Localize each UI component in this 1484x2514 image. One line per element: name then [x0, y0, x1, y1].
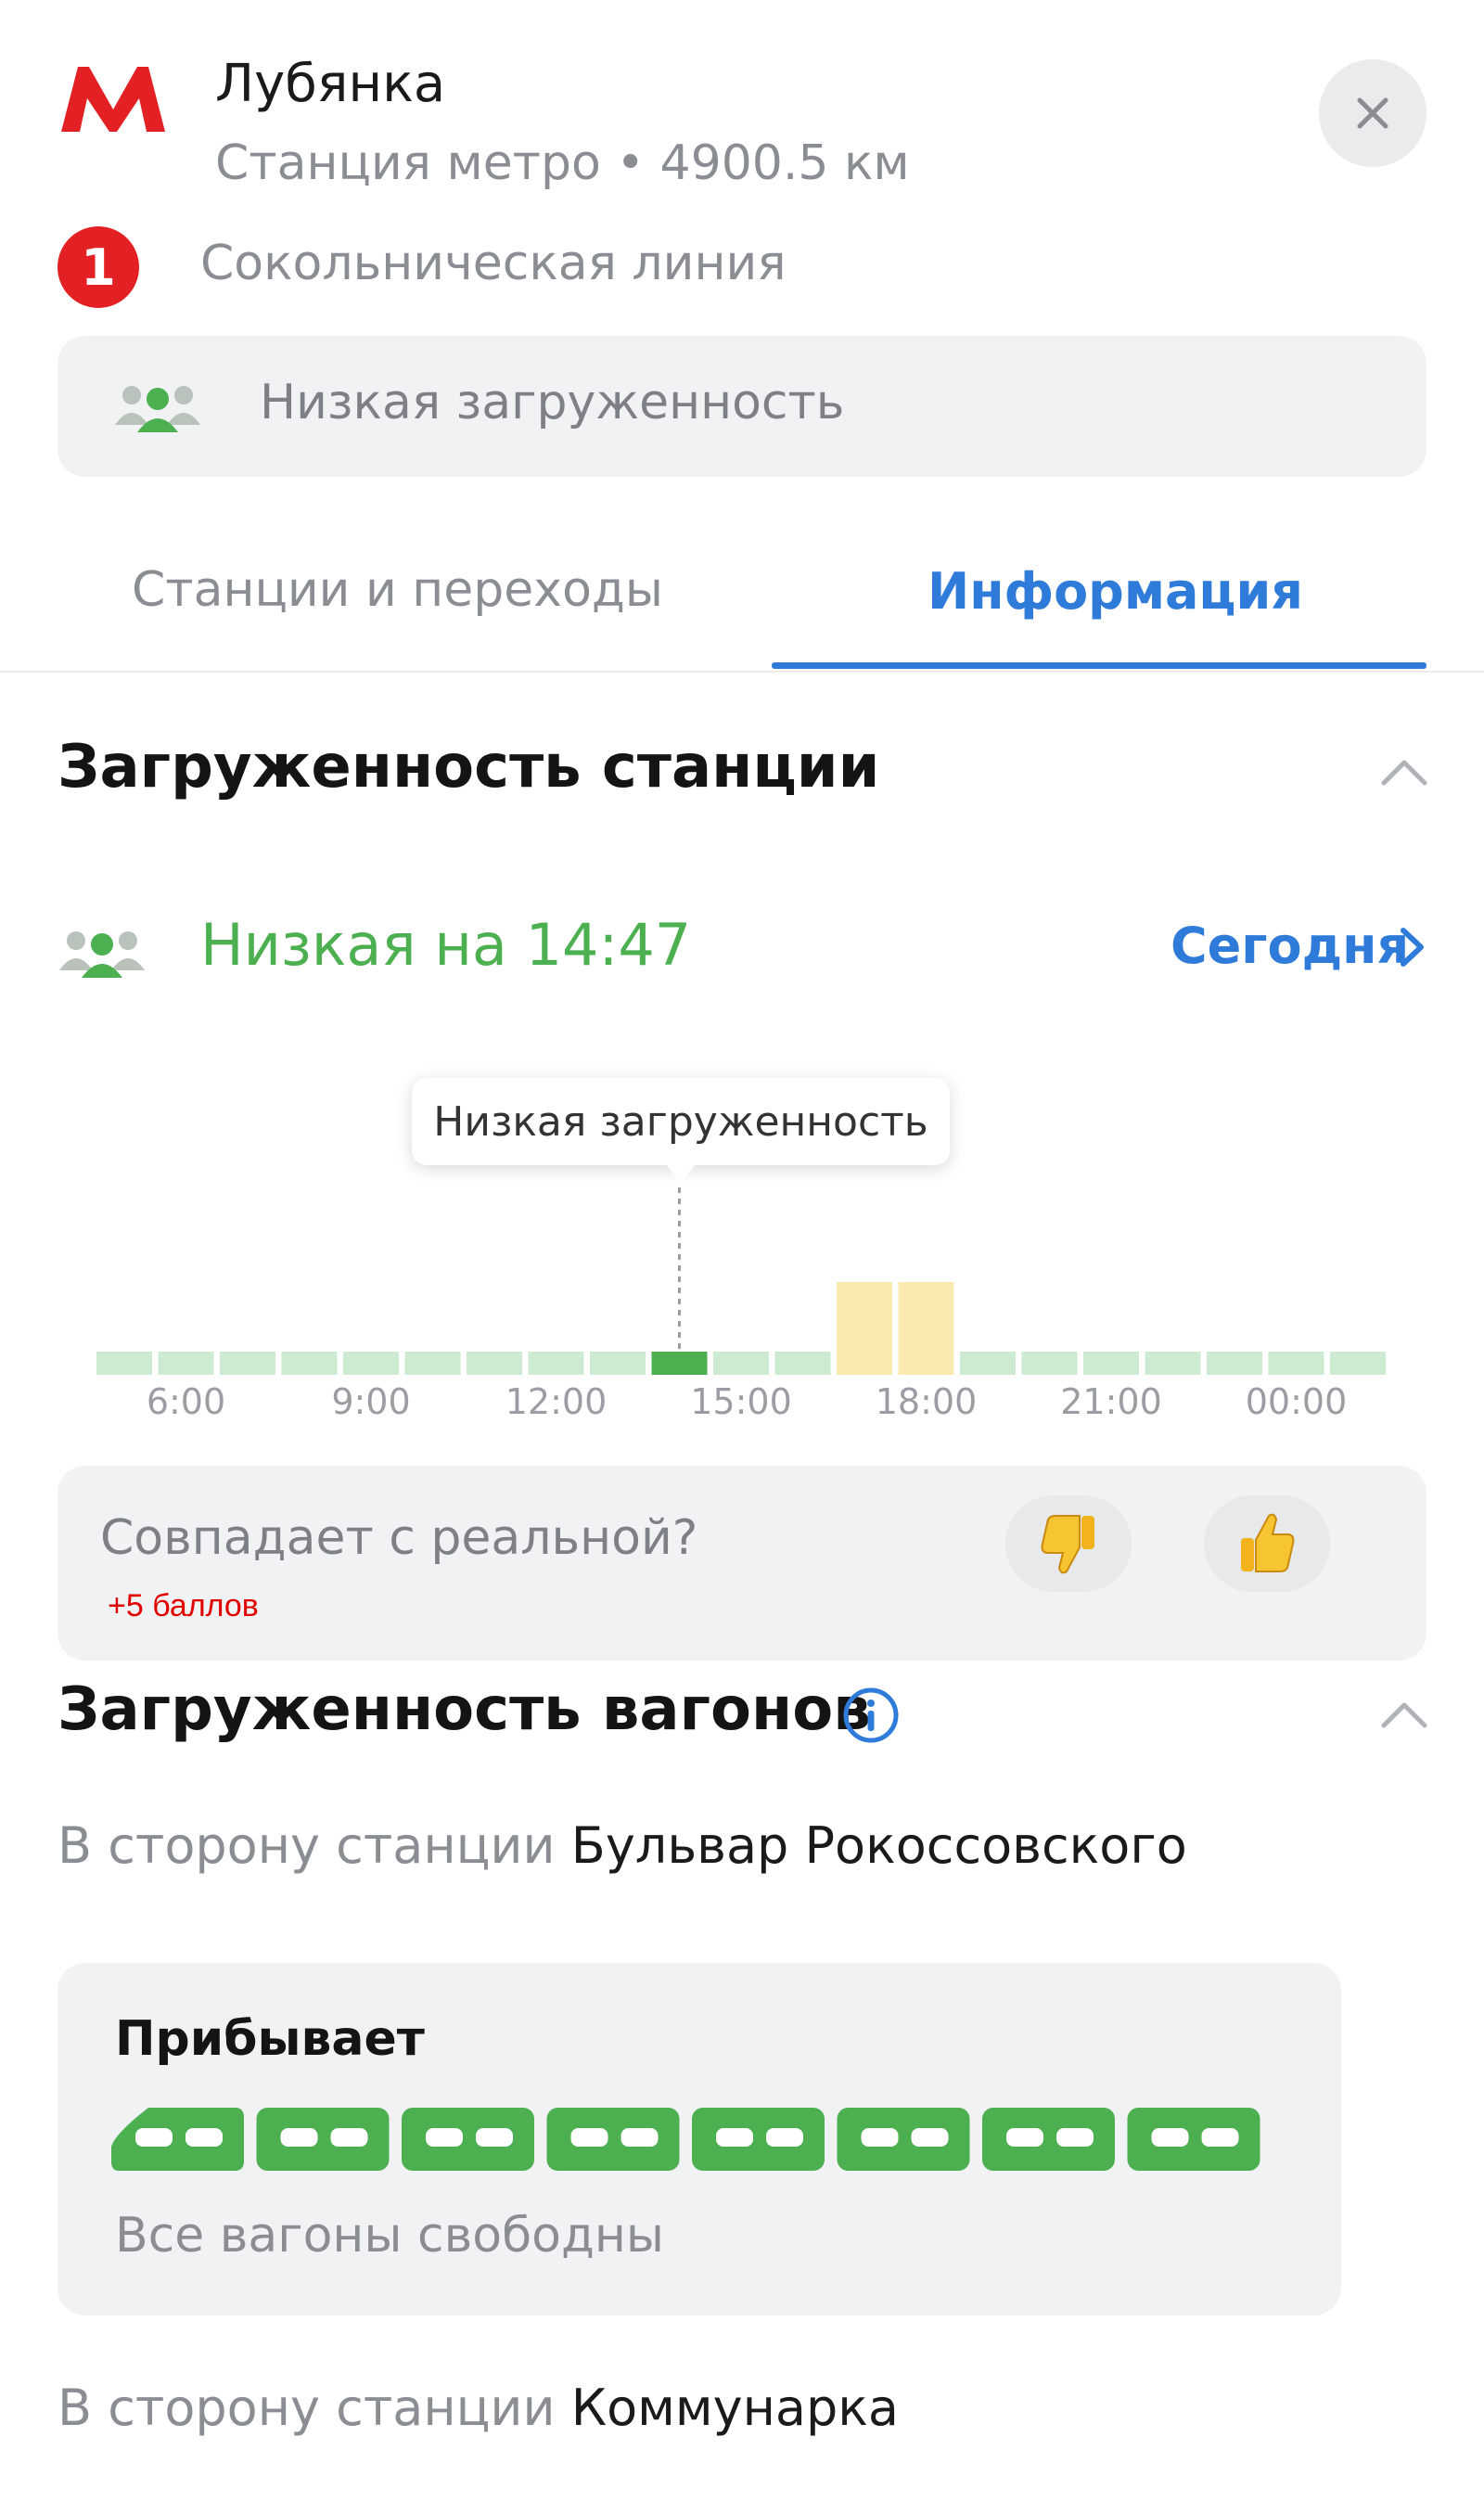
current-load-status: Низкая на 14:47: [200, 911, 692, 979]
station-load-title: Загруженность станции: [58, 733, 880, 802]
train-car: [546, 2108, 680, 2171]
chart-bar[interactable]: [837, 1282, 892, 1375]
train-car: [692, 2108, 825, 2171]
chart-tooltip-tail: [666, 1164, 696, 1183]
thumb-up-button[interactable]: [1204, 1495, 1330, 1592]
thumb-up-icon: [1241, 1513, 1295, 1572]
chart-tick-label: 6:00: [147, 1381, 225, 1422]
car-load-title: Загруженность вагонов: [58, 1675, 871, 1744]
chart-bar[interactable]: [467, 1352, 522, 1375]
direction-prefix: В сторону станции: [58, 1816, 556, 1875]
station-subtitle: Станция метро • 4900.5 км: [215, 135, 910, 191]
day-selector[interactable]: Сегодня: [1171, 917, 1409, 975]
chart-bar[interactable]: [960, 1352, 1016, 1375]
chart-tooltip: Низкая загруженность: [412, 1078, 950, 1165]
tabs-divider: [0, 671, 1484, 673]
thumb-down-button[interactable]: [1005, 1495, 1132, 1592]
feedback-points: +5 баллов: [108, 1588, 259, 1623]
tab-information[interactable]: Информация: [928, 562, 1303, 621]
train-car: [837, 2108, 970, 2171]
chart-bar[interactable]: [898, 1282, 954, 1375]
chart-bar[interactable]: [1207, 1352, 1262, 1375]
direction-prefix: В сторону станции: [58, 2379, 556, 2437]
chart-bar[interactable]: [343, 1352, 399, 1375]
chart-bar[interactable]: [1021, 1352, 1078, 1375]
thumb-down-icon: [1041, 1515, 1094, 1574]
line-number-badge: 1: [58, 226, 139, 308]
station-load-chart: 6:00 9:00 12:00 15:00 18:00 21:00 00:00: [96, 1187, 1386, 1422]
train-cars-indicator: [111, 2108, 1260, 2171]
train-car: [256, 2108, 390, 2171]
chart-bar[interactable]: [1145, 1352, 1201, 1375]
feedback-question: Совпадает с реальной?: [100, 1510, 698, 1566]
chart-bar[interactable]: [158, 1352, 214, 1375]
chevron-up-icon[interactable]: [1380, 759, 1428, 787]
chart-bar[interactable]: [713, 1352, 769, 1375]
station-title: Лубянка: [215, 54, 446, 114]
chart-bar[interactable]: [774, 1352, 831, 1375]
train-car: [111, 2108, 244, 2171]
active-tab-indicator: [772, 662, 1426, 669]
cars-status-text: Все вагоны свободны: [115, 2208, 664, 2264]
train-car: [402, 2108, 534, 2171]
chart-bar[interactable]: [96, 1352, 152, 1375]
chart-tick-label: 9:00: [331, 1381, 410, 1422]
train-car: [982, 2108, 1115, 2171]
chart-tick-label: 12:00: [505, 1381, 608, 1422]
train-car: [1127, 2108, 1260, 2171]
chart-bar[interactable]: [1330, 1352, 1386, 1375]
chart-tick-label: 21:00: [1060, 1381, 1162, 1422]
chart-bar[interactable]: [528, 1352, 584, 1375]
direction-row: В сторону станции Бульвар Рокоссовского: [58, 1816, 1187, 1875]
close-button[interactable]: [1319, 59, 1426, 167]
chart-tick-label: 00:00: [1246, 1381, 1348, 1422]
direction-row: В сторону станции Коммунарка: [58, 2379, 899, 2437]
direction-station: Бульвар Рокоссовского: [570, 1816, 1187, 1875]
train-arrives-label: Прибывает: [115, 2011, 425, 2067]
chart-bar[interactable]: [651, 1352, 708, 1375]
chart-bar[interactable]: [220, 1352, 275, 1375]
chart-bar[interactable]: [404, 1352, 461, 1375]
chart-tick-label: 18:00: [876, 1381, 978, 1422]
chart-bar[interactable]: [590, 1352, 646, 1375]
metro-logo-icon: [61, 67, 165, 132]
line-name[interactable]: Сокольническая линия: [200, 236, 787, 291]
chevron-right-icon[interactable]: [1399, 926, 1426, 968]
current-load-text: Низкая загруженность: [260, 375, 845, 430]
people-icon: [115, 386, 200, 432]
tab-stations-and-transfers[interactable]: Станции и переходы: [132, 562, 663, 618]
direction-station: Коммунарка: [570, 2379, 899, 2437]
chart-bar[interactable]: [1083, 1352, 1139, 1375]
chevron-up-icon[interactable]: [1380, 1701, 1428, 1729]
info-icon[interactable]: [842, 1687, 900, 1744]
chart-bar[interactable]: [1268, 1352, 1324, 1375]
chart-tick-label: 15:00: [690, 1381, 792, 1422]
people-icon: [59, 931, 145, 978]
close-icon: [1357, 97, 1388, 129]
chart-bar[interactable]: [281, 1352, 338, 1375]
